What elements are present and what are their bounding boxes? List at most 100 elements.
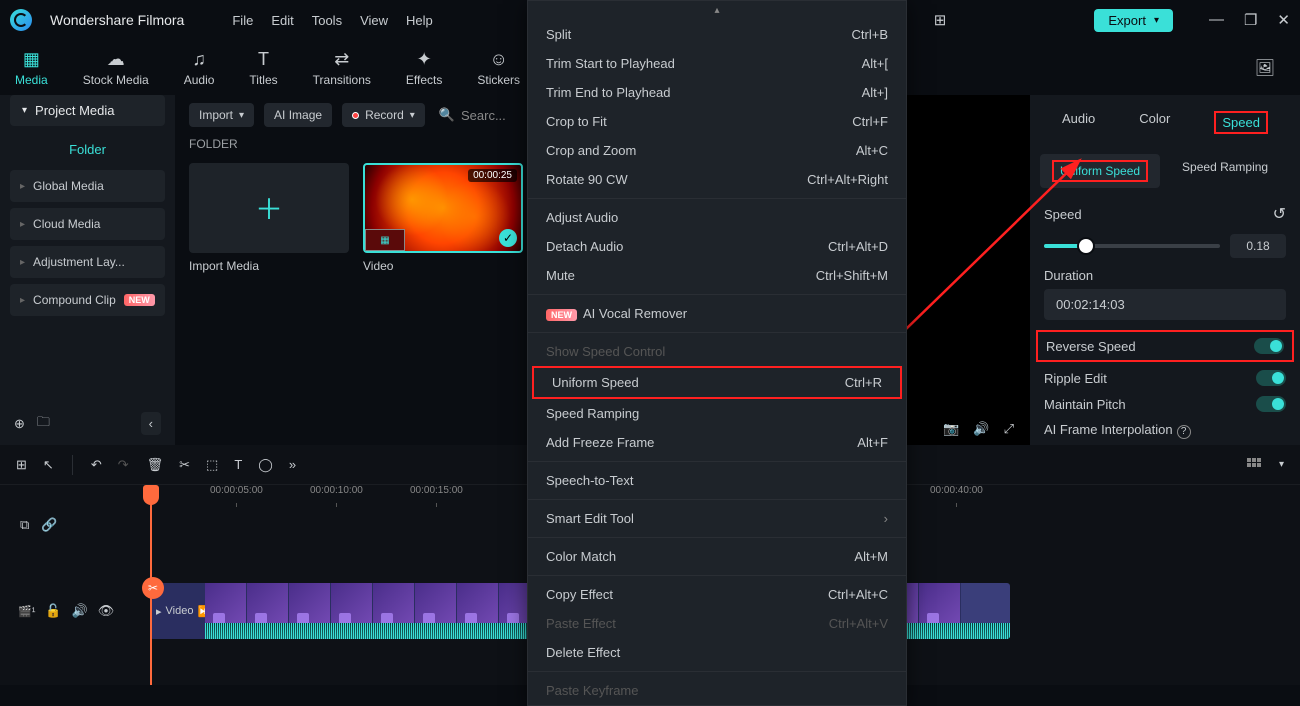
export-button[interactable]: Export▾ [1094,9,1173,32]
info-icon[interactable]: ? [1177,425,1191,439]
subtab-speed-ramping[interactable]: Speed Ramping [1170,154,1280,188]
more-icon[interactable]: » [289,457,296,472]
ripple-edit-toggle[interactable] [1256,370,1286,386]
folder-add-icon[interactable]: ⊕ [14,416,25,432]
speed-slider[interactable] [1044,244,1220,248]
cm-speech-to-text[interactable]: Speech-to-Text [528,466,906,495]
ai-interpolation-label: AI Frame Interpolation [1044,422,1173,437]
scroll-up-icon[interactable]: ▴ [528,1,906,20]
chevron-down-icon[interactable]: ▾ [1279,459,1284,470]
record-button[interactable]: Record▾ [342,103,425,127]
ai-image-button[interactable]: AI Image [264,103,332,127]
cm-paste-keyframe: Paste Keyframe [528,676,906,705]
cm-trim-start[interactable]: Trim Start to PlayheadAlt+[ [528,49,906,78]
reverse-speed-toggle[interactable] [1254,338,1284,354]
tool-audio[interactable]: ♫Audio [184,48,215,87]
reset-icon[interactable]: ↺ [1273,204,1286,224]
lock-icon[interactable]: 🔓 [45,603,61,619]
nav-compound-clip[interactable]: ▸Compound ClipNEW [10,284,165,316]
import-media-tile[interactable]: ＋ [189,163,349,253]
tool-transitions[interactable]: ⇄Transitions [313,48,371,87]
menu-view[interactable]: View [360,13,388,28]
duration-input[interactable]: 00:02:14:03 [1044,289,1286,320]
delete-icon[interactable]: 🗑 [147,457,164,473]
ripple-edit-label: Ripple Edit [1044,371,1107,386]
search-input[interactable]: Searc... [461,108,506,123]
tool-effects[interactable]: ✦Effects [406,48,442,87]
camera-icon[interactable]: 📷 [943,421,959,437]
cm-delete-effect[interactable]: Delete Effect [528,638,906,667]
tool-titles[interactable]: TTitles [249,48,277,87]
chevron-down-icon: ▾ [1154,15,1159,26]
cm-adjust-audio[interactable]: Adjust Audio [528,203,906,232]
nav-adjustment-layer[interactable]: ▸Adjustment Lay... [10,246,165,278]
subtab-uniform-speed[interactable]: Uniform Speed [1040,154,1160,188]
color-icon[interactable]: ◯ [258,457,273,473]
cm-split[interactable]: SplitCtrl+B [528,20,906,49]
close-icon[interactable]: ✕ [1277,11,1290,29]
cm-crop-zoom[interactable]: Crop and ZoomAlt+C [528,136,906,165]
cursor-icon[interactable]: ↖ [43,457,54,473]
visibility-icon[interactable]: 👁 [98,603,115,619]
video-thumbnail[interactable]: 00:00:25 ▦ ✓ [363,163,523,253]
play-icon: ▸ [156,605,162,618]
volume-icon[interactable]: 🔊 [973,421,989,437]
folder-icon[interactable]: 🗀 [37,413,50,435]
import-button[interactable]: Import▾ [189,103,254,127]
project-media-header[interactable]: ▾ Project Media [10,95,165,126]
tab-speed[interactable]: Speed [1206,107,1276,138]
cm-mute[interactable]: MuteCtrl+Shift+M [528,261,906,290]
minimize-icon[interactable]: — [1209,11,1224,29]
cm-uniform-speed[interactable]: Uniform SpeedCtrl+R [532,366,902,399]
film-strip-icon: ▦ [365,229,405,251]
context-menu: ▴ SplitCtrl+B Trim Start to PlayheadAlt+… [527,0,907,706]
new-badge: NEW [124,294,155,306]
menu-tools[interactable]: Tools [312,13,342,28]
crop-icon[interactable]: ⬚ [206,457,218,473]
menu-help[interactable]: Help [406,13,433,28]
speed-value[interactable]: 0.18 [1230,234,1286,258]
cm-crop-fit[interactable]: Crop to FitCtrl+F [528,107,906,136]
cm-color-match[interactable]: Color MatchAlt+M [528,542,906,571]
marker-icon[interactable]: ⊞ [16,457,27,473]
track-stack-icon[interactable]: ⧉ [20,517,29,533]
scissors-icon[interactable]: ✂ [142,577,164,599]
undo-icon[interactable]: ↶ [91,457,102,473]
menu-edit[interactable]: Edit [271,13,293,28]
maintain-pitch-toggle[interactable] [1256,396,1286,412]
layout-icon[interactable]: ⊞ [934,11,947,29]
nav-global-media[interactable]: ▸Global Media [10,170,165,202]
cm-show-speed-control: Show Speed Control [528,337,906,366]
cm-trim-end[interactable]: Trim End to PlayheadAlt+] [528,78,906,107]
cm-smart-edit-tool[interactable]: Smart Edit Tool [528,504,906,533]
grid-view-icon[interactable] [1247,458,1261,472]
cm-speed-ramping[interactable]: Speed Ramping [528,399,906,428]
cm-rotate[interactable]: Rotate 90 CWCtrl+Alt+Right [528,165,906,194]
mute-icon[interactable]: 🔊 [72,603,88,619]
link-icon[interactable]: 🔗 [41,517,57,533]
tool-stickers[interactable]: ☺Stickers [477,48,520,87]
cm-copy-effect[interactable]: Copy EffectCtrl+Alt+C [528,580,906,609]
speed-label: Speed [1044,207,1082,222]
cm-freeze-frame[interactable]: Add Freeze FrameAlt+F [528,428,906,457]
tab-audio[interactable]: Audio [1054,107,1103,138]
maximize-icon[interactable]: ❐ [1244,11,1257,29]
chevron-right-icon: ▸ [20,295,25,306]
cut-icon[interactable]: ✂ [179,457,190,473]
text-icon: T [253,48,275,70]
collapse-icon[interactable]: ‹ [141,412,161,435]
menu-file[interactable]: File [232,13,253,28]
cm-detach-audio[interactable]: Detach AudioCtrl+Alt+D [528,232,906,261]
text-icon[interactable]: T [234,457,242,472]
track-media-icon[interactable]: 🎬¹ [18,605,35,618]
snapshot-icon[interactable]: 🖼 [1255,58,1275,78]
cm-ai-vocal-remover[interactable]: NEWAI Vocal Remover [528,299,906,328]
fullscreen-icon[interactable]: ⤢ [1004,421,1014,437]
tab-color[interactable]: Color [1131,107,1178,138]
folder-tab[interactable]: Folder [0,132,175,167]
nav-cloud-media[interactable]: ▸Cloud Media [10,208,165,240]
tool-media[interactable]: ▦Media [15,48,48,87]
search-icon[interactable]: 🔍 [439,107,455,123]
tool-stock-media[interactable]: ☁Stock Media [83,48,149,87]
redo-icon[interactable]: ↷ [118,457,129,473]
